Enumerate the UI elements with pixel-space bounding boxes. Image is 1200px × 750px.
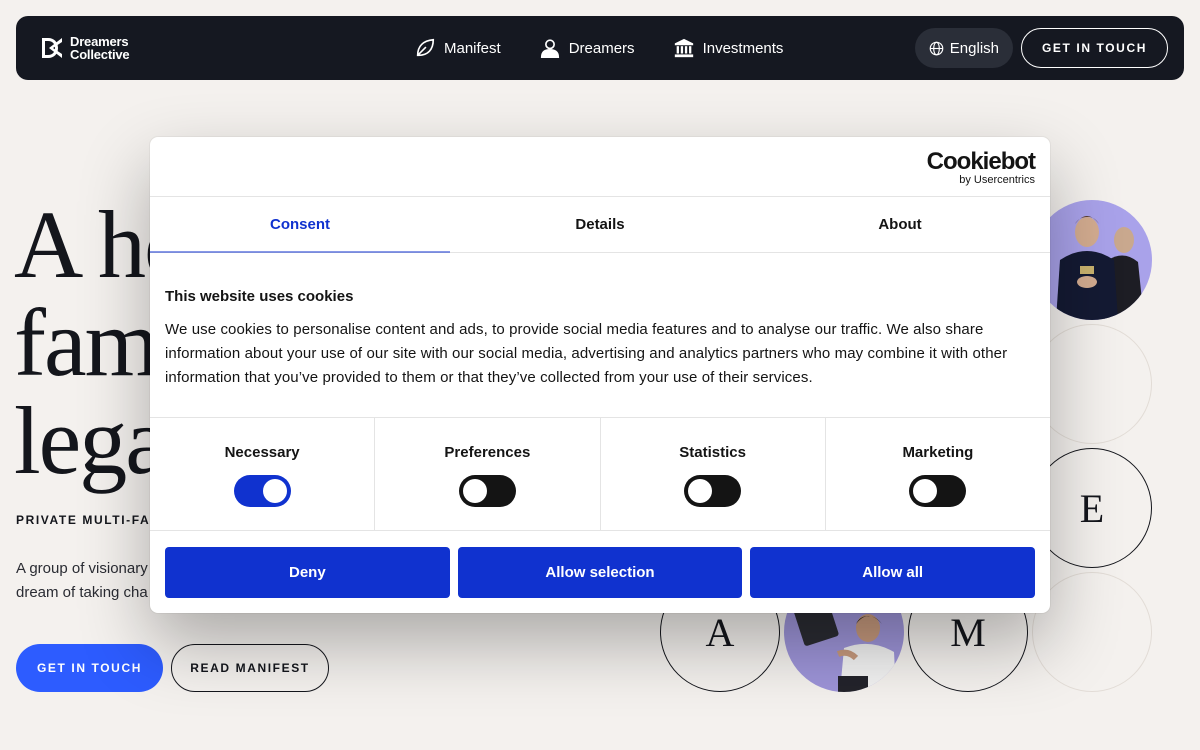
marketing-switch[interactable] — [909, 475, 967, 507]
toggle-preferences: Preferences — [375, 418, 601, 530]
cookie-dialog-body: This website uses cookies We use cookies… — [150, 253, 1050, 417]
logo-line-2: Collective — [70, 47, 130, 62]
logo-text: Dreamers Collective — [70, 35, 130, 62]
cookie-consent-dialog: Cookiebot by Usercentrics Consent Detail… — [150, 137, 1050, 613]
switch-knob — [913, 479, 938, 503]
empty-circle — [1032, 572, 1152, 692]
dreamer-photo-1[interactable] — [1032, 200, 1152, 320]
nav-link-manifest[interactable]: Manifest — [414, 37, 501, 59]
hero-eyebrow: PRIVATE MULTI-FAM — [16, 513, 162, 527]
letter-circle-e: E — [1032, 448, 1152, 568]
top-navigation: Dreamers Collective Manifest Dreamers In… — [16, 16, 1184, 80]
tab-details[interactable]: Details — [450, 197, 750, 252]
nav-link-label: Investments — [702, 39, 784, 57]
cookie-actions: Deny Allow selection Allow all — [150, 531, 1050, 613]
globe-icon — [929, 41, 944, 55]
language-selector[interactable]: English — [914, 28, 1013, 68]
nav-link-label: Dreamers — [568, 39, 635, 57]
cookie-dialog-header: Cookiebot by Usercentrics — [150, 137, 1050, 197]
tab-about[interactable]: About — [750, 197, 1050, 252]
person-icon — [540, 39, 559, 58]
deny-button[interactable]: Deny — [165, 547, 450, 598]
cookie-heading: This website uses cookies — [165, 288, 354, 305]
toggle-necessary: Necessary — [150, 418, 376, 530]
cookie-category-toggles: Necessary Preferences Statistics Marketi… — [150, 417, 1050, 531]
toggle-statistics: Statistics — [601, 418, 826, 530]
nav-actions: English GET IN TOUCH — [914, 28, 1168, 68]
nav-get-in-touch-button[interactable]: GET IN TOUCH — [1021, 28, 1168, 68]
dreamer-portrait-image — [1032, 200, 1152, 320]
cookiebot-brand-sub: by Usercentrics — [959, 174, 1035, 186]
switch-knob — [462, 479, 487, 503]
bank-icon — [674, 38, 693, 58]
logo[interactable]: Dreamers Collective — [40, 35, 130, 62]
hero-get-in-touch-button[interactable]: GET IN TOUCH — [16, 644, 163, 692]
nav-link-investments[interactable]: Investments — [673, 37, 784, 59]
tab-consent[interactable]: Consent — [150, 197, 450, 253]
toggle-label: Statistics — [679, 444, 746, 461]
nav-link-dreamers[interactable]: Dreamers — [539, 37, 635, 59]
preferences-switch[interactable] — [458, 475, 516, 507]
toggle-label: Preferences — [444, 444, 531, 461]
cookiebot-logo[interactable]: Cookiebot by Usercentrics — [926, 148, 1036, 186]
cookiebot-brand: Cookiebot — [926, 148, 1036, 175]
empty-circle — [1032, 324, 1152, 444]
dreamers-collective-logo-icon — [42, 38, 62, 58]
allow-all-button[interactable]: Allow all — [750, 547, 1036, 598]
allow-selection-button[interactable]: Allow selection — [457, 547, 743, 598]
language-label: English — [949, 39, 999, 57]
cookie-description: We use cookies to personalise content an… — [165, 321, 1008, 386]
toggle-label: Necessary — [224, 444, 300, 461]
nav-link-label: Manifest — [444, 39, 501, 57]
necessary-switch[interactable] — [233, 475, 291, 507]
toggle-label: Marketing — [902, 444, 974, 461]
statistics-switch[interactable] — [684, 475, 742, 507]
nav-links: Manifest Dreamers Investments — [414, 16, 783, 80]
switch-knob — [688, 479, 713, 503]
cookie-tabs: Consent Details About — [150, 197, 1050, 253]
leaf-icon — [416, 38, 435, 57]
switch-knob — [262, 479, 287, 503]
toggle-marketing: Marketing — [826, 418, 1050, 530]
read-manifest-button[interactable]: READ MANIFEST — [171, 644, 329, 692]
